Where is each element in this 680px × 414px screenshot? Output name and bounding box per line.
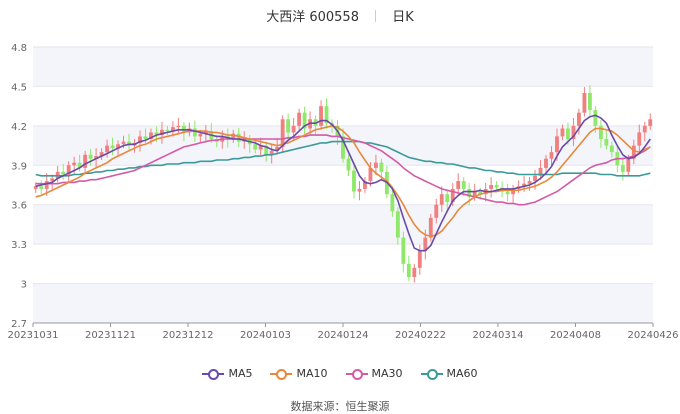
candle-body — [374, 162, 378, 168]
candle-body — [461, 181, 466, 189]
candle-body — [577, 112, 581, 126]
candle-body — [390, 194, 395, 212]
ma60-legend-icon — [420, 368, 443, 380]
candle-body — [642, 125, 647, 133]
x-tick-label: 20231212 — [163, 330, 214, 341]
candle-body — [253, 144, 258, 150]
candle-body — [105, 145, 109, 153]
candle-body — [297, 112, 302, 126]
candle-body — [417, 250, 422, 268]
y-tick-label: 3.3 — [11, 240, 27, 251]
candle-body — [593, 110, 598, 126]
candle-body — [192, 128, 197, 137]
legend-label-ma5: MA5 — [228, 367, 253, 380]
legend-item-ma60[interactable]: MA60 — [420, 367, 478, 380]
candle-body — [61, 171, 66, 175]
candle-body — [587, 93, 592, 111]
candle-body — [555, 136, 559, 153]
x-tick-label: 20240103 — [240, 330, 291, 341]
candle-body — [176, 125, 181, 128]
candle-body — [88, 154, 93, 159]
kline-chart: 4.8 4.5 4.2 3.9 3.6 3.3 3 2.720231031 20231121 20… — [8, 43, 679, 341]
candle-body — [39, 186, 44, 189]
x-tick-label: 20240314 — [473, 330, 524, 341]
candle-body — [609, 145, 614, 153]
grid-band — [33, 47, 653, 87]
candle-body — [357, 188, 362, 192]
candle-body — [560, 128, 565, 137]
candle-body — [544, 158, 548, 168]
candle-body — [406, 263, 411, 277]
candle-body — [110, 145, 115, 149]
candle-body — [533, 175, 537, 182]
candle-body — [44, 181, 49, 189]
candle-body — [143, 136, 148, 139]
legend-item-ma10[interactable]: MA10 — [270, 367, 328, 380]
candle-body — [626, 158, 631, 172]
candle-body — [549, 152, 554, 159]
grid-band — [33, 283, 653, 323]
legend-item-ma5[interactable]: MA5 — [202, 367, 252, 380]
candle-body — [439, 194, 444, 205]
candle-body — [566, 128, 570, 139]
x-tick-label: 20240222 — [395, 330, 446, 341]
candle-body — [379, 162, 384, 172]
candle-body — [456, 181, 461, 189]
ma5-legend-icon — [202, 368, 225, 380]
x-tick-label: 20240124 — [318, 330, 369, 341]
y-tick-label: 3.9 — [11, 161, 27, 172]
candle-body — [505, 191, 510, 195]
candle-body — [346, 158, 351, 171]
candle-body — [637, 132, 642, 146]
candle-body — [319, 106, 323, 126]
legend-label-ma10: MA10 — [296, 367, 328, 380]
candle-body — [527, 181, 532, 184]
candle-body — [280, 119, 285, 147]
y-tick-label: 4.8 — [11, 43, 27, 54]
candle-body — [428, 217, 433, 238]
ma10-legend-icon — [270, 368, 293, 380]
candle-body — [291, 125, 296, 133]
x-tick-label: 20240426 — [628, 330, 679, 341]
candle-body — [412, 267, 417, 277]
candle-body — [620, 165, 625, 172]
chart-legend: MA5 MA10 MA30 MA60 — [0, 367, 680, 380]
candle-body — [489, 185, 494, 189]
x-tick-label: 20231121 — [85, 330, 136, 341]
candle-body — [236, 133, 241, 142]
y-tick-label: 3 — [21, 280, 27, 291]
candle-body — [395, 211, 400, 238]
candle-body — [198, 133, 203, 137]
x-tick-label: 20240408 — [550, 330, 601, 341]
candle-body — [434, 204, 439, 218]
candle-body — [165, 129, 170, 132]
candle-body — [72, 162, 77, 166]
candle-body — [83, 154, 88, 168]
legend-item-ma30[interactable]: MA30 — [345, 367, 403, 380]
y-tick-label: 3.6 — [11, 201, 27, 212]
legend-label-ma30: MA30 — [371, 367, 403, 380]
candle-body — [604, 139, 609, 146]
candle-body — [401, 237, 406, 264]
y-tick-label: 2.7 — [11, 319, 27, 330]
candle-body — [352, 170, 356, 192]
y-tick-label: 4.2 — [11, 122, 27, 133]
candle-body — [445, 194, 450, 203]
candle-body — [648, 119, 653, 126]
candle-body — [121, 141, 126, 145]
candle-body — [494, 185, 499, 188]
ma30-legend-icon — [345, 368, 368, 380]
legend-label-ma60: MA60 — [446, 367, 478, 380]
candle-body — [286, 119, 291, 133]
data-source: 数据来源：恒生聚源 — [290, 400, 390, 413]
y-tick-label: 4.5 — [11, 82, 27, 93]
x-tick-label: 20231031 — [8, 330, 59, 341]
grid-band — [33, 204, 653, 245]
candle-body — [582, 93, 587, 113]
